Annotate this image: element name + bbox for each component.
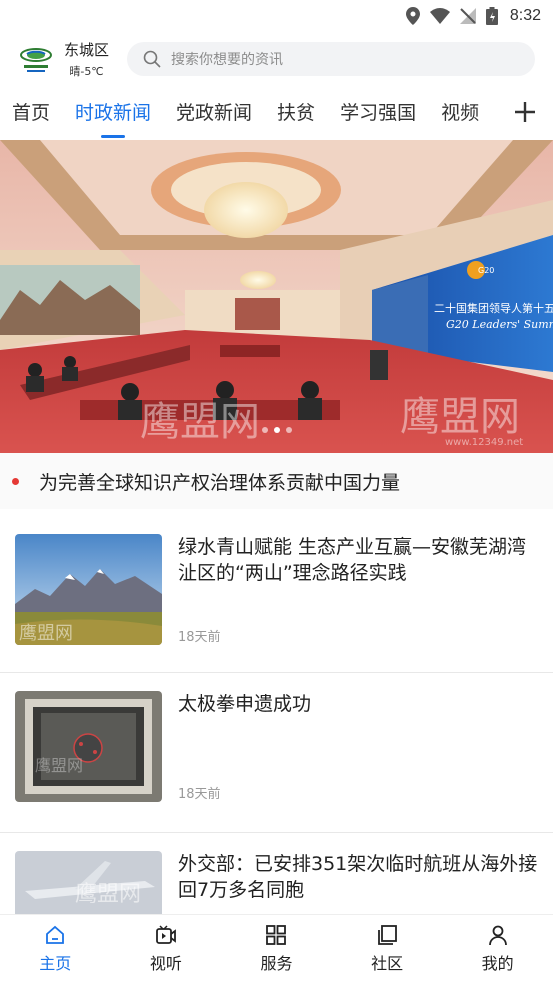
headline-bullet xyxy=(12,477,19,485)
battery-icon xyxy=(485,7,498,25)
top-header: 东城区 晴-5℃ 搜索你想要的资讯 xyxy=(0,32,553,86)
weather-label: 晴-5℃ xyxy=(69,65,104,78)
screen-title: 二十国集团领导人第十五次峰会 xyxy=(434,301,553,315)
add-channel-icon[interactable] xyxy=(513,100,537,124)
nav-video-label: 视听 xyxy=(149,954,182,973)
search-icon xyxy=(143,50,161,68)
nav-profile-label: 我的 xyxy=(481,954,514,973)
news-title: 外交部：已安排351架次临时航班从海外接回7万多名同胞 xyxy=(178,853,538,901)
nav-services[interactable]: 服务 xyxy=(221,915,332,983)
thumb-watermark: 鹰盟网 xyxy=(19,623,73,644)
nav-video[interactable]: 视听 xyxy=(111,915,222,983)
news-thumbnail: 鹰盟网 xyxy=(15,691,162,802)
news-time: 18天前 xyxy=(178,630,221,645)
banner-headline[interactable]: 为完善全球知识产权治理体系贡献中国力量 xyxy=(0,453,553,509)
news-item[interactable]: 鹰盟网 绿水青山赋能 生态产业互赢—安徽芜湖湾沚区的“两山”理念路径实践 18天… xyxy=(0,520,553,672)
home-icon xyxy=(46,925,65,944)
nav-services-label: 服务 xyxy=(260,954,293,973)
carousel-dot xyxy=(261,427,268,433)
search-input[interactable]: 搜索你想要的资讯 xyxy=(127,42,535,76)
grid-icon xyxy=(266,925,287,945)
carousel-dot-active xyxy=(273,427,280,433)
nav-community-label: 社区 xyxy=(371,954,404,973)
watermark-left: 鹰盟网 xyxy=(140,399,260,445)
watermark-right: 鹰盟网 xyxy=(400,394,520,440)
g20-logo: G20 xyxy=(478,266,494,275)
tab-current-affairs[interactable]: 时政新闻 xyxy=(75,86,151,140)
news-title: 太极拳申遗成功 xyxy=(178,693,312,715)
search-placeholder: 搜索你想要的资讯 xyxy=(171,52,284,68)
location-weather[interactable]: 东城区 晴-5℃ xyxy=(64,39,109,79)
nav-community[interactable]: 社区 xyxy=(332,915,443,983)
news-title: 绿水青山赋能 生态产业互赢—安徽芜湖湾沚区的“两山”理念路径实践 xyxy=(178,536,527,584)
nav-home[interactable]: 主页 xyxy=(0,915,111,983)
tab-study[interactable]: 学习强国 xyxy=(340,86,416,140)
carousel-indicator xyxy=(261,427,292,433)
banner-carousel[interactable]: G20 二十国集团领导人第十五次峰会 G20 Leaders' Summit 鹰… xyxy=(0,140,553,453)
screen-subtitle: G20 Leaders' Summit xyxy=(446,318,553,331)
news-thumbnail: 鹰盟网 xyxy=(15,534,162,645)
category-tabs: 首页 时政新闻 党政新闻 扶贫 学习强国 视频 xyxy=(0,86,553,140)
tab-party-news[interactable]: 党政新闻 xyxy=(176,86,252,140)
nav-profile[interactable]: 我的 xyxy=(442,915,553,983)
district-label: 东城区 xyxy=(64,41,110,59)
tab-poverty-alleviation[interactable]: 扶贫 xyxy=(277,86,315,140)
no-sim-icon xyxy=(459,8,476,24)
nav-home-label: 主页 xyxy=(39,954,72,973)
user-icon xyxy=(488,925,507,946)
news-time: 18天前 xyxy=(178,787,221,802)
news-item[interactable]: 鹰盟网 太极拳申遗成功 18天前 xyxy=(0,672,553,832)
carousel-dot xyxy=(285,427,292,433)
bottom-nav: 主页 视听 服务 社区 我的 xyxy=(0,914,553,983)
thumb-watermark: 鹰盟网 xyxy=(75,882,141,907)
banner-image: G20 二十国集团领导人第十五次峰会 G20 Leaders' Summit 鹰… xyxy=(0,140,553,453)
status-time: 8:32 xyxy=(509,7,541,24)
wifi-icon xyxy=(429,8,450,24)
watermark-url: www.12349.net xyxy=(445,437,523,448)
location-icon xyxy=(405,7,420,25)
app-logo[interactable] xyxy=(18,41,54,77)
status-bar: 8:32 xyxy=(0,0,553,32)
headline-text: 为完善全球知识产权治理体系贡献中国力量 xyxy=(39,471,401,494)
video-icon xyxy=(155,925,176,944)
community-icon xyxy=(378,925,397,945)
tab-video[interactable]: 视频 xyxy=(441,86,479,140)
tab-home[interactable]: 首页 xyxy=(12,86,50,140)
thumb-watermark: 鹰盟网 xyxy=(35,756,83,775)
